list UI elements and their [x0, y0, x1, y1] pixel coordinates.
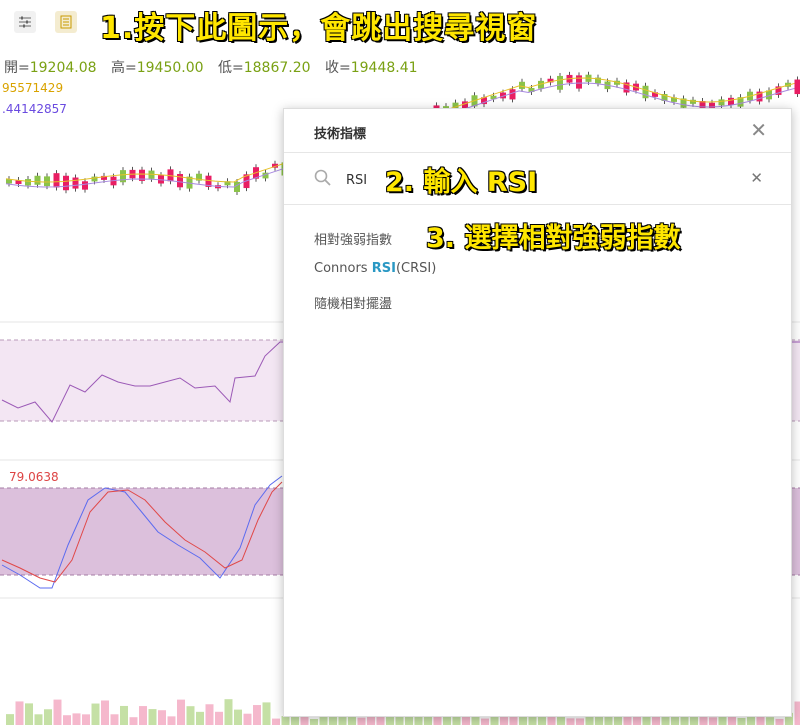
ma2-value: .44142857 [2, 102, 67, 116]
volume-bar [709, 717, 717, 725]
volume-bar [139, 706, 147, 725]
volume-bar [775, 718, 784, 725]
result-highlight: RSI [371, 261, 396, 276]
volume-bar [794, 701, 800, 725]
volume-bar [186, 706, 195, 725]
candle [63, 175, 69, 191]
volume-bar [281, 716, 290, 725]
volume-bar [215, 711, 223, 725]
candle [72, 177, 79, 189]
volume-bar [72, 713, 81, 725]
volume-bar [44, 709, 52, 725]
indicator-list-icon [60, 15, 72, 29]
clear-search-icon[interactable]: ✕ [750, 169, 763, 187]
candle [728, 97, 734, 105]
close-label: 收= [325, 60, 351, 76]
candle [794, 79, 800, 95]
result-item-rsi[interactable]: 相對強弱指數 [314, 229, 392, 248]
annotation-step2: 2. 輸入 RSI [384, 166, 538, 198]
high-label: 高= [111, 60, 137, 76]
indicator-button[interactable] [55, 11, 77, 33]
volume-bar [243, 713, 252, 725]
candle [519, 81, 525, 89]
candle [44, 176, 50, 187]
ohlc-legend: 開=19204.08 高=19450.00 低=18867.20 收=19448… [4, 57, 428, 77]
volume-bar [53, 699, 62, 725]
volume-bar [557, 716, 565, 725]
volume-bar [253, 705, 261, 725]
volume-bar [481, 718, 489, 725]
high-value: 19450.00 [136, 60, 204, 76]
result-text: 相對強弱指數 [314, 233, 393, 248]
candle [82, 181, 88, 190]
volume-bar [120, 705, 128, 725]
result-item-connors-rsi[interactable]: Connors RSI(CRSI) [314, 261, 436, 276]
volume-bar [82, 714, 90, 725]
open-label: 開= [4, 60, 30, 76]
volume-bar [357, 717, 366, 725]
low-value: 18867.20 [243, 60, 311, 76]
candle [576, 75, 582, 89]
close-value: 19448.41 [350, 60, 418, 76]
settings-button[interactable] [14, 11, 36, 33]
candle [642, 85, 649, 99]
volume-bar [272, 718, 280, 725]
candle [177, 173, 183, 188]
result-text: Connors [314, 261, 372, 276]
result-item-stoch-rsi[interactable]: 隨機相對擺盪 [314, 293, 392, 312]
divider [284, 204, 791, 205]
volume-bar [766, 717, 774, 725]
candle [53, 173, 60, 188]
volume-bar [566, 718, 575, 725]
dialog-title: 技術指標 [314, 127, 367, 142]
volume-bar [633, 715, 641, 725]
divider [284, 152, 791, 153]
volume-bar [158, 710, 166, 725]
result-text: (CRSI) [395, 261, 437, 276]
indicator-dialog: 技術指標 ✕ ✕ 相對強弱指數 Connors RSI(CRSI) 隨機相對擺盪 [283, 108, 792, 717]
candle [34, 175, 41, 185]
candle [25, 179, 31, 186]
close-icon[interactable]: ✕ [750, 118, 767, 142]
volume-bar [177, 699, 185, 725]
open-value: 19204.08 [29, 60, 97, 76]
candle [557, 75, 563, 90]
ma1-value: 95571429 [2, 81, 64, 95]
candle [120, 170, 126, 183]
annotation-step1: 1.按下此圖示，會跳出搜尋視窗 [99, 10, 538, 46]
volume-bar [528, 715, 537, 725]
volume-bar [319, 716, 328, 725]
volume-bar [25, 703, 33, 725]
volume-bar [205, 704, 214, 725]
volume-bar [310, 718, 318, 725]
volume-bar [15, 701, 24, 725]
low-label: 低= [218, 60, 244, 76]
sliders-icon [19, 16, 31, 28]
volume-bar [471, 715, 480, 725]
volume-bar [63, 715, 71, 725]
volume-bar [690, 716, 698, 725]
volume-bar [110, 714, 119, 725]
volume-bar [6, 714, 14, 725]
volume-bar [737, 717, 746, 725]
volume-bar [148, 709, 157, 725]
candle [509, 89, 516, 100]
annotation-step3: 3. 選擇相對強弱指數 [425, 222, 681, 254]
volume-bar [196, 711, 204, 725]
volume-bar [167, 716, 176, 725]
volume-bar [34, 714, 43, 725]
search-icon [314, 169, 331, 186]
volume-bar [129, 717, 138, 725]
volume-bar [91, 703, 100, 725]
volume-bar [234, 709, 242, 725]
volume-bar [576, 718, 584, 725]
stoch-value: 79.0638 [9, 470, 59, 484]
volume-bar [224, 699, 233, 725]
volume-bar [262, 702, 271, 725]
volume-bar [101, 700, 109, 725]
result-text: 隨機相對擺盪 [314, 297, 393, 312]
candle [718, 99, 725, 106]
